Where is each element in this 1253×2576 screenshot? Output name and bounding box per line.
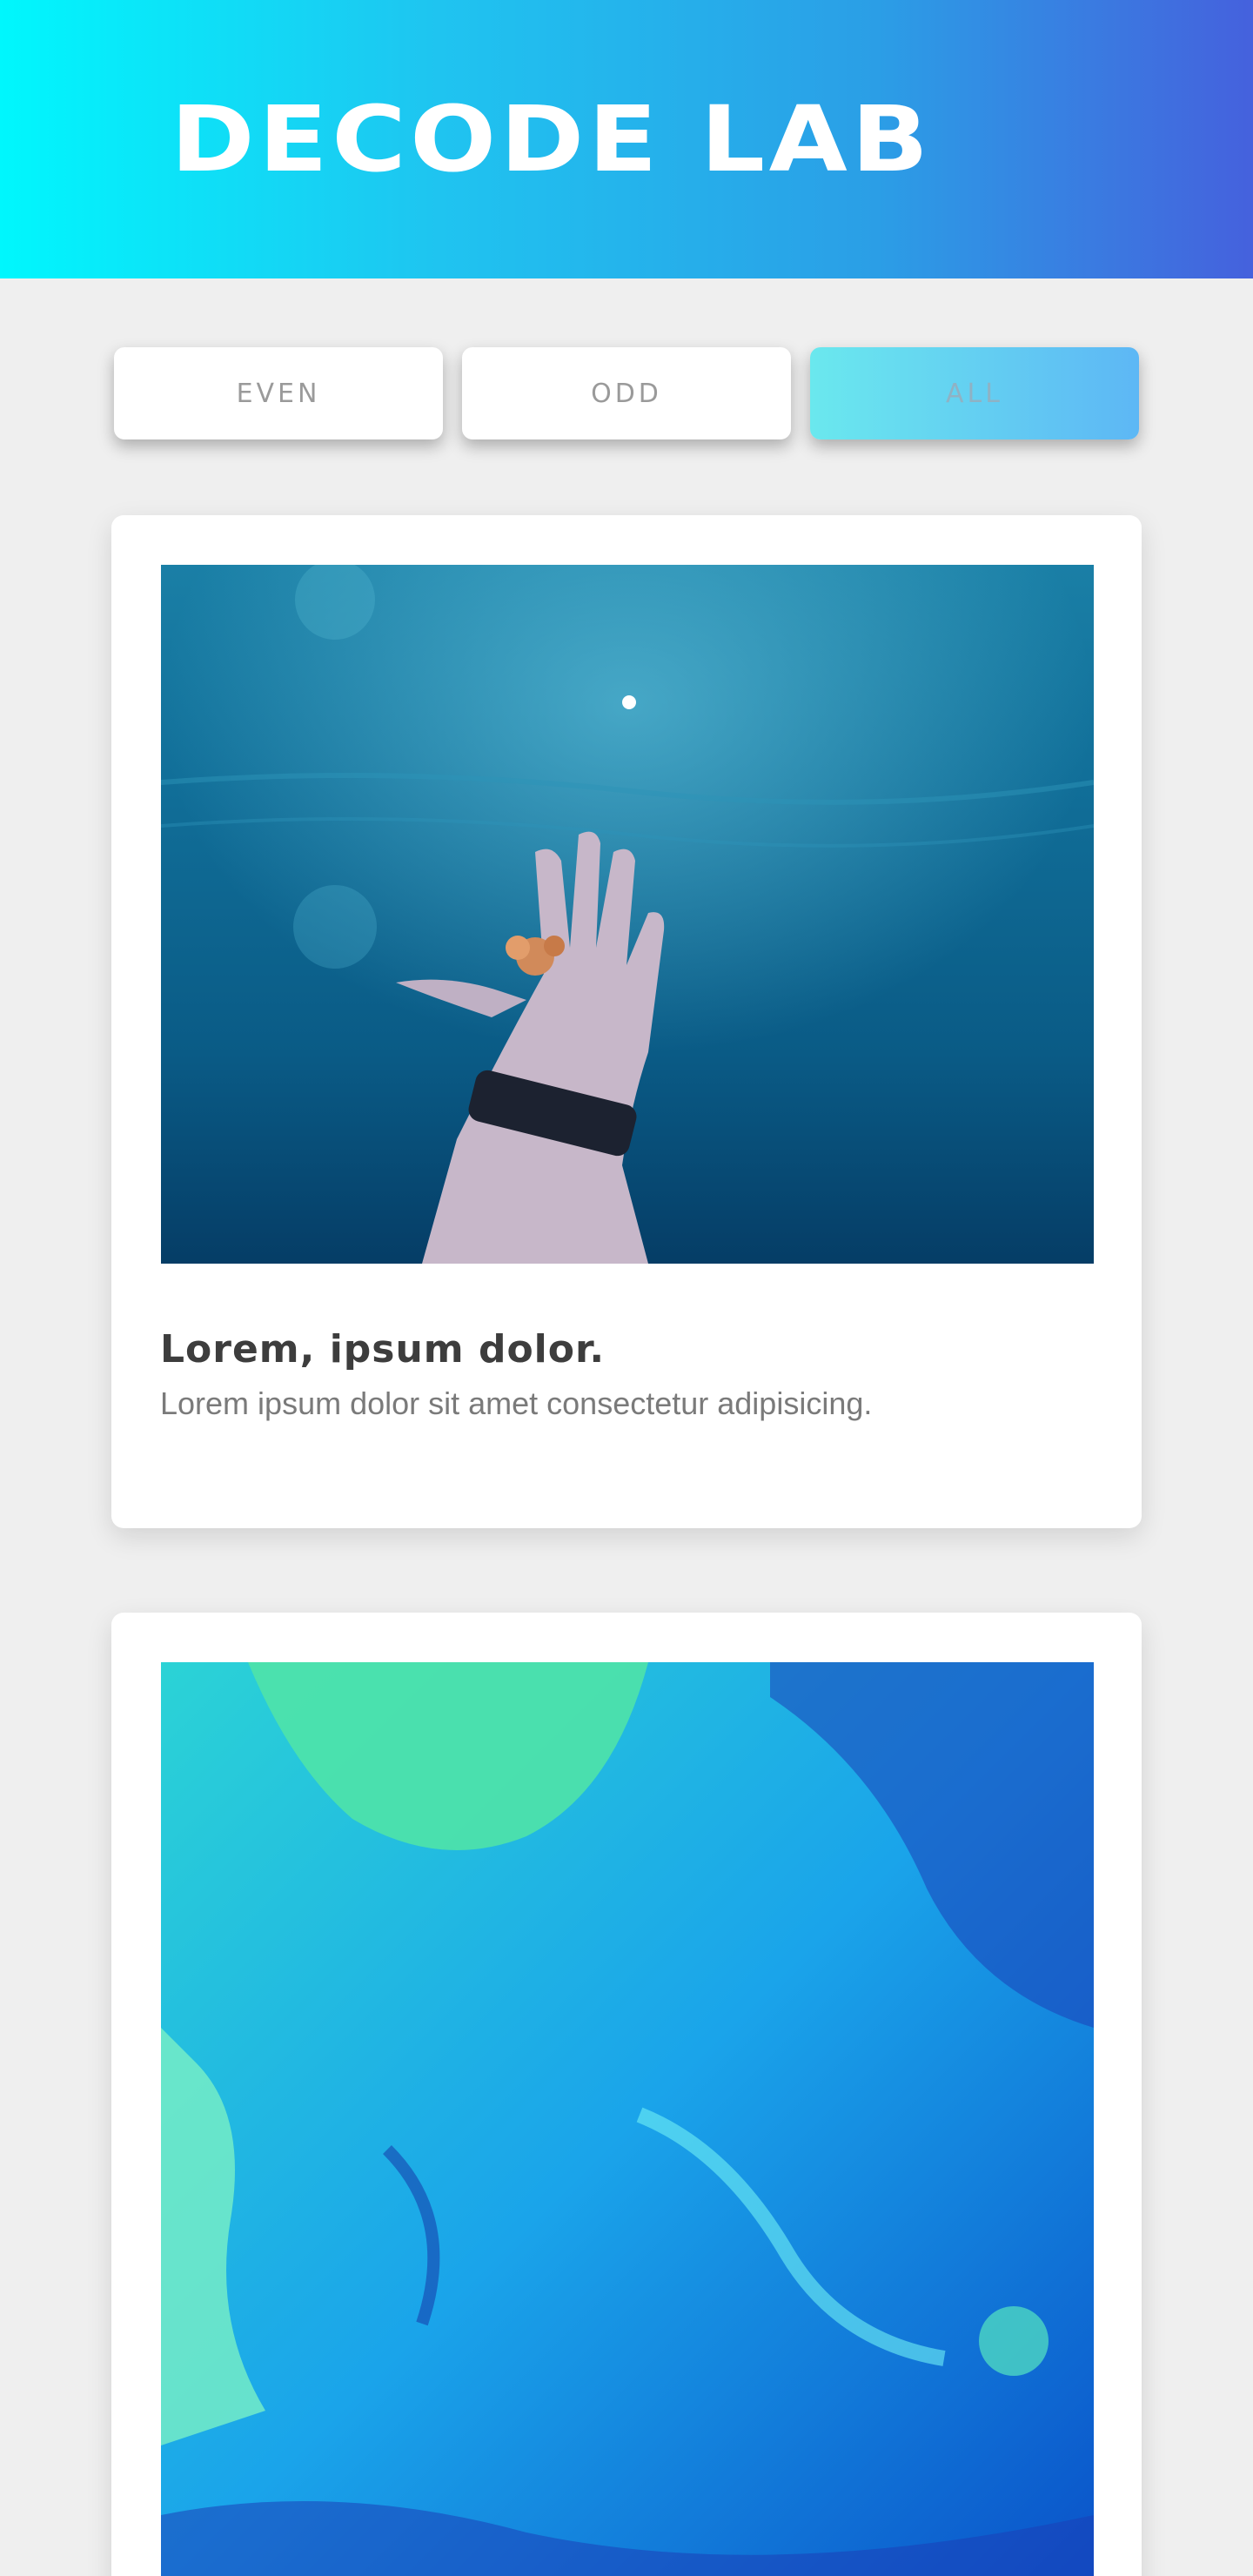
gallery-card (111, 1613, 1142, 2576)
filter-bar: EVEN ODD ALL (114, 347, 1139, 439)
card-title: Lorem, ipsum dolor. (160, 1327, 606, 1372)
header: DECODE LAB (0, 0, 1253, 278)
card-description: Lorem ipsum dolor sit amet consectetur a… (160, 1385, 873, 1421)
filter-even-button[interactable]: EVEN (114, 347, 443, 439)
marbled-fluid-image (161, 1662, 1094, 2576)
filter-odd-button[interactable]: ODD (462, 347, 791, 439)
filter-all-button[interactable]: ALL (810, 347, 1139, 439)
underwater-hand-image (161, 565, 1094, 1264)
site-title: DECODE LAB (171, 86, 933, 192)
gallery-card: Lorem, ipsum dolor. Lorem ipsum dolor si… (111, 515, 1142, 1528)
